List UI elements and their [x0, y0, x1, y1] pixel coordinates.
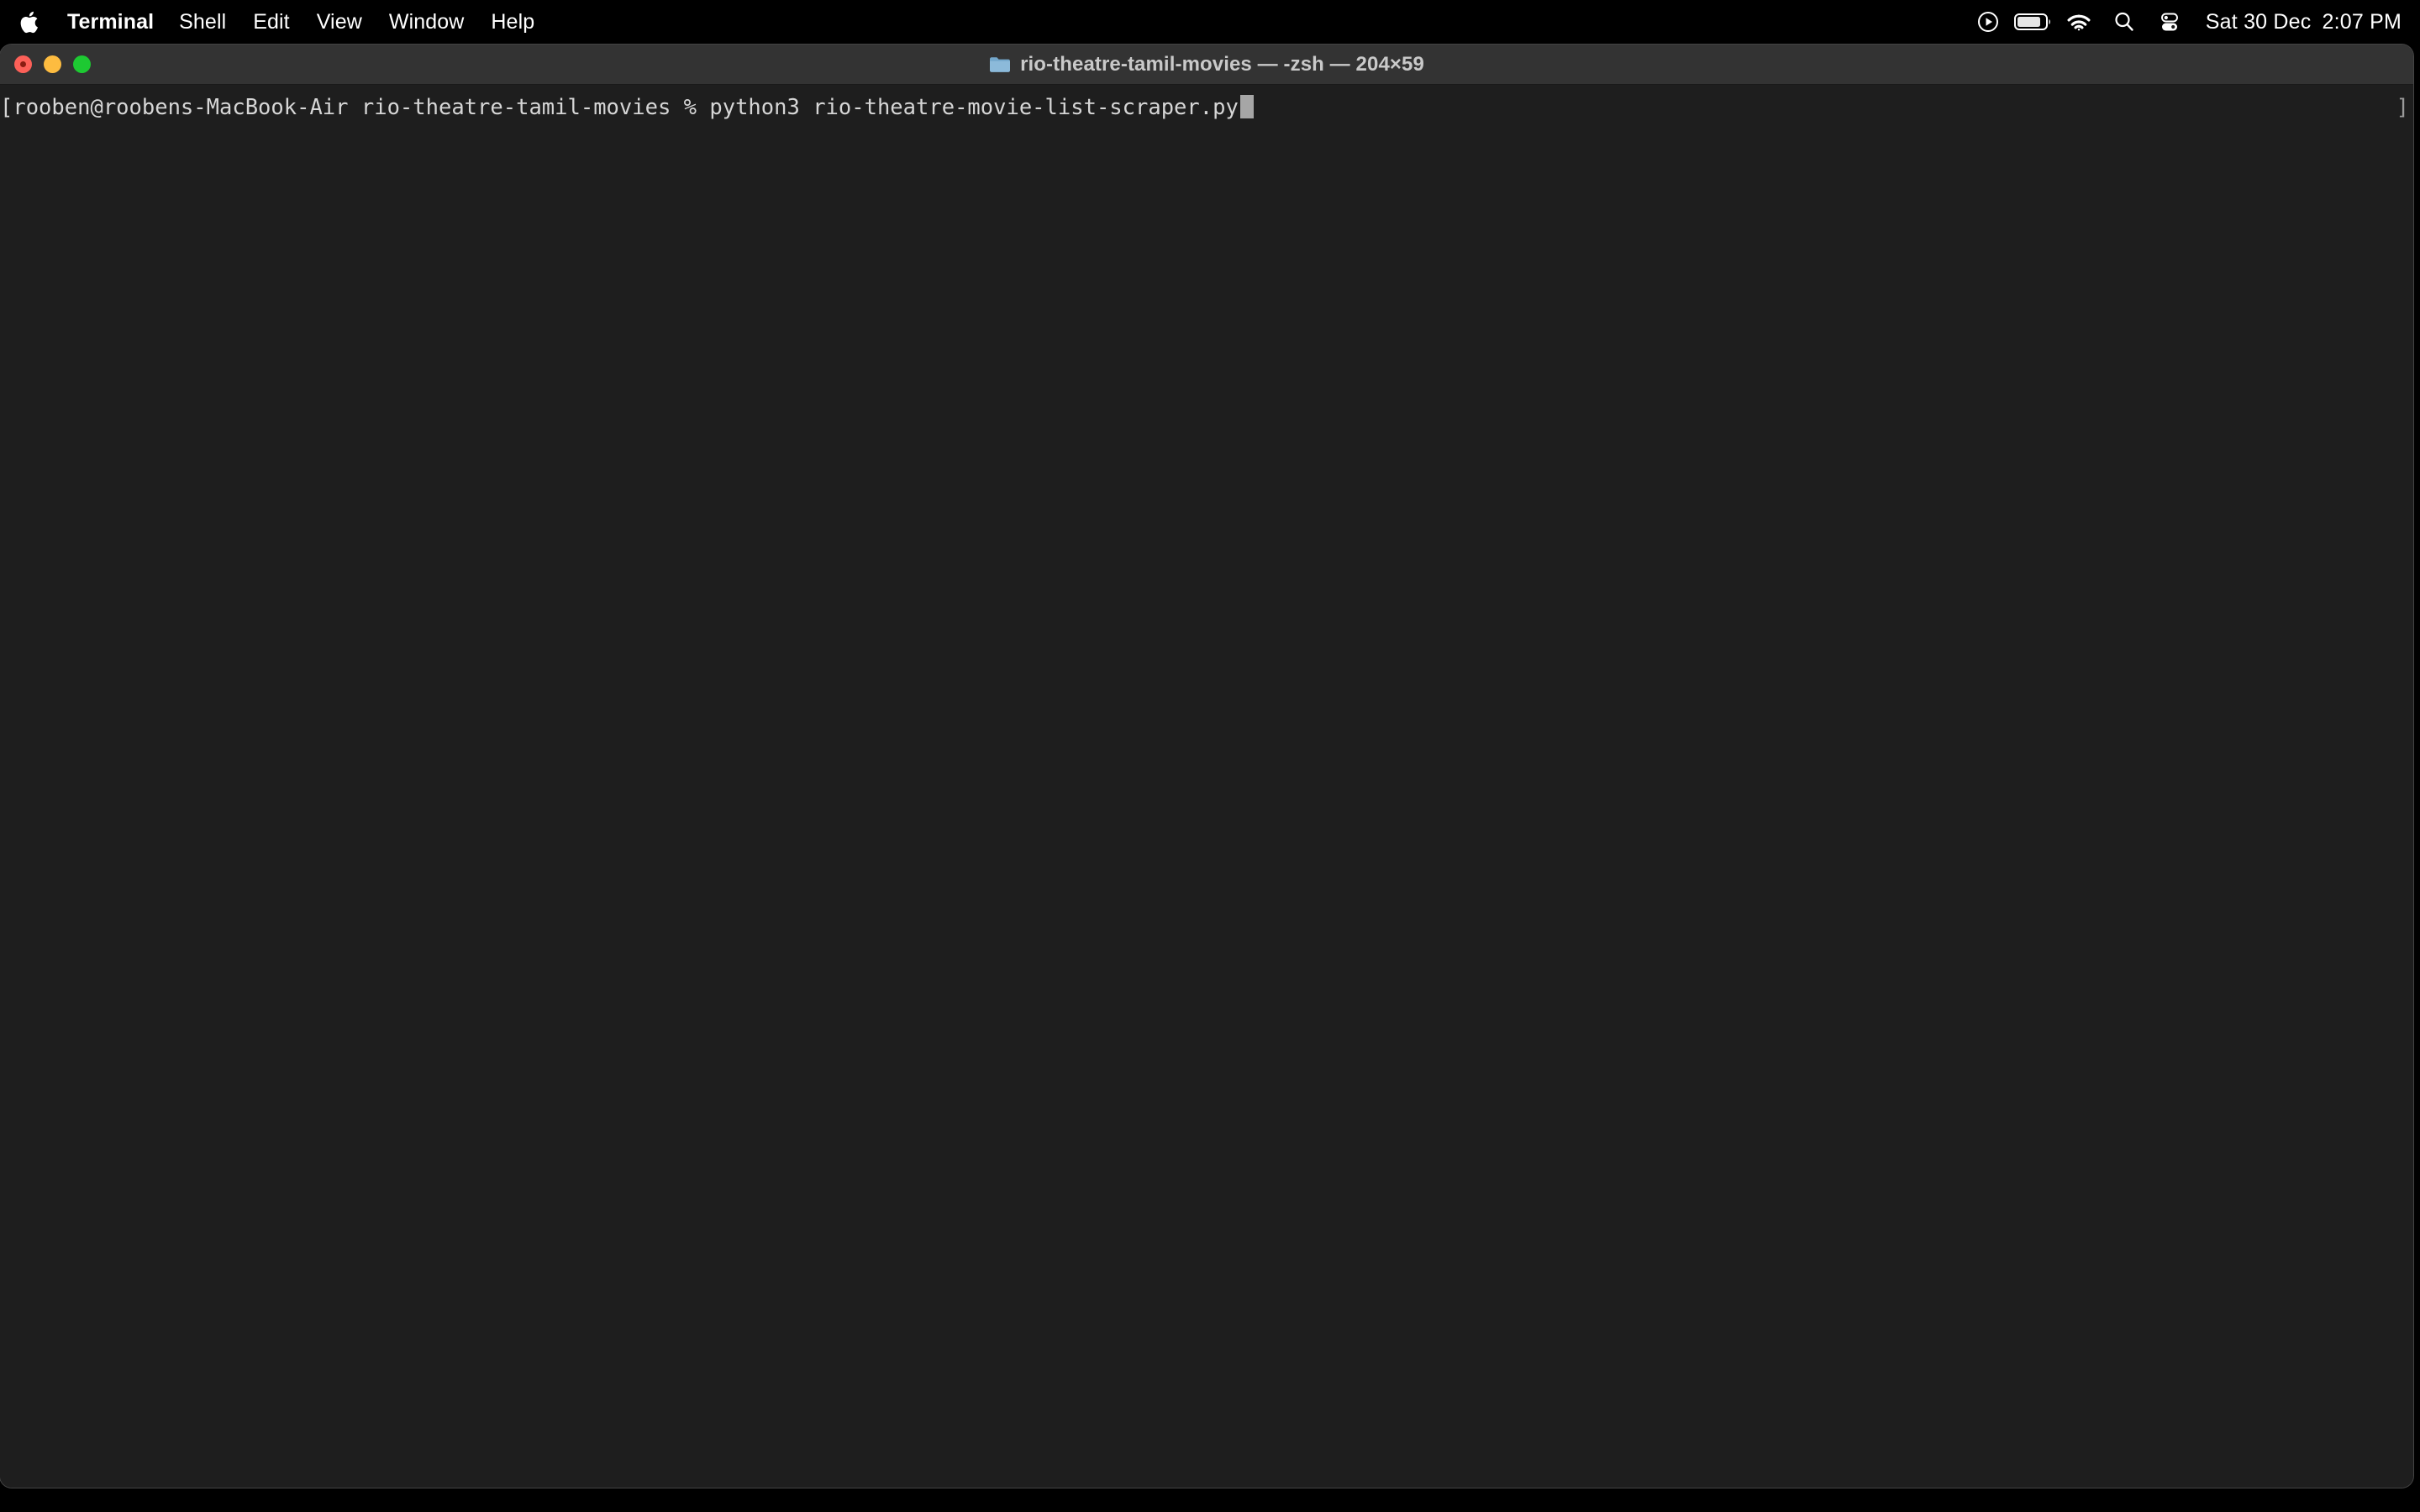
window-controls [14, 45, 91, 84]
menu-bar-status-group: Sat 30 Dec 2:07 PM [1965, 0, 2420, 44]
desktop-background: Terminal Shell Edit View Window Help Sat… [0, 0, 2420, 1512]
menu-bar-left-group: Terminal Shell Edit View Window Help [0, 0, 548, 44]
menu-item-view[interactable]: View [303, 0, 376, 44]
prompt-text: [rooben@roobens-MacBook-Air rio-theatre-… [0, 95, 1239, 120]
wifi-icon[interactable] [2056, 0, 2102, 44]
close-button[interactable] [14, 55, 32, 73]
window-title-text: rio-theatre-tamil-movies — -zsh — 204×59 [1020, 52, 1424, 76]
window-title-group: rio-theatre-tamil-movies — -zsh — 204×59 [989, 53, 1424, 76]
terminal-right-bracket: ] [2396, 95, 2409, 120]
menu-item-edit[interactable]: Edit [239, 0, 302, 44]
folder-icon [989, 55, 1011, 73]
window-titlebar[interactable]: rio-theatre-tamil-movies — -zsh — 204×59 [0, 45, 2413, 85]
clock-time: 2:07 PM [2322, 9, 2402, 34]
screen-mirroring-icon[interactable] [1965, 0, 2011, 44]
terminal-content-area[interactable]: [rooben@roobens-MacBook-Air rio-theatre-… [0, 85, 2413, 1488]
control-center-icon[interactable] [2147, 0, 2192, 44]
terminal-cursor [1239, 95, 1254, 118]
terminal-prompt-command: [rooben@roobens-MacBook-Air rio-theatre-… [0, 93, 1254, 122]
clock-date: Sat 30 Dec [2205, 9, 2312, 34]
menu-item-terminal[interactable]: Terminal [55, 0, 166, 44]
macos-menu-bar: Terminal Shell Edit View Window Help Sat… [0, 0, 2420, 44]
terminal-window[interactable]: rio-theatre-tamil-movies — -zsh — 204×59… [0, 45, 2413, 1488]
apple-logo-icon[interactable] [15, 5, 44, 39]
battery-icon[interactable] [2011, 0, 2056, 44]
menu-item-shell[interactable]: Shell [166, 0, 239, 44]
maximize-button[interactable] [73, 55, 91, 73]
search-icon[interactable] [2102, 0, 2147, 44]
minimize-button[interactable] [44, 55, 61, 73]
menu-item-window[interactable]: Window [376, 0, 478, 44]
menu-bar-clock[interactable]: Sat 30 Dec 2:07 PM [2192, 10, 2402, 34]
terminal-line: [rooben@roobens-MacBook-Air rio-theatre-… [0, 93, 2413, 122]
menu-item-help[interactable]: Help [477, 0, 548, 44]
